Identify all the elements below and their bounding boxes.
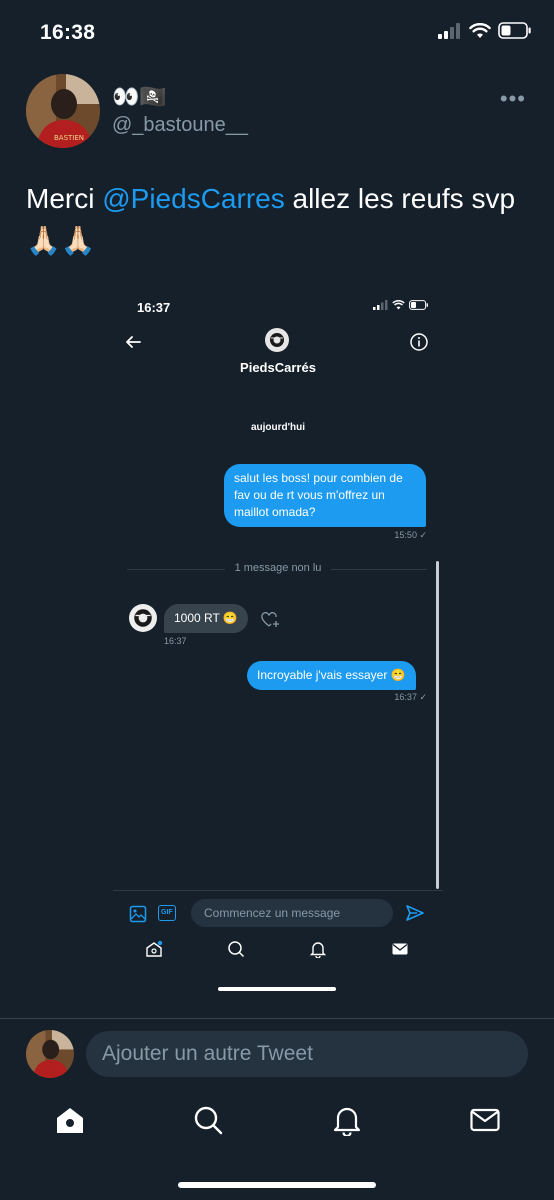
- heart-plus-icon[interactable]: [261, 611, 281, 629]
- screenshot-tab-bar: [113, 936, 443, 966]
- more-icon[interactable]: •••: [500, 88, 526, 110]
- author-name: 👀🏴‍☠️: [112, 84, 167, 109]
- mail-icon[interactable]: [391, 940, 409, 958]
- tweet-author[interactable]: BASTIEN 👀🏴‍☠️ @_bastoune__ •••: [26, 74, 536, 150]
- contact-avatar[interactable]: [265, 328, 289, 352]
- svg-text:BASTIEN: BASTIEN: [54, 134, 84, 142]
- message-timestamp: 16:37 ✓: [394, 692, 427, 702]
- reply-input[interactable]: Ajouter un autre Tweet: [86, 1031, 528, 1077]
- date-separator: aujourd'hui: [250, 422, 306, 433]
- conversation-scrollbar[interactable]: [436, 561, 439, 889]
- unread-label: 1 message non lu: [113, 562, 443, 574]
- info-icon[interactable]: [409, 332, 429, 352]
- battery-icon: [409, 300, 428, 310]
- battery-icon: [498, 22, 531, 39]
- wifi-icon: [469, 22, 491, 38]
- author-avatar[interactable]: BASTIEN: [26, 74, 100, 148]
- message-composer: GIF Commencez un message: [113, 890, 443, 936]
- message-outgoing[interactable]: salut les boss! pour combien de fav ou d…: [224, 464, 426, 527]
- mail-icon[interactable]: [469, 1104, 501, 1136]
- cellular-signal-icon: [438, 22, 460, 39]
- search-icon[interactable]: [227, 940, 245, 958]
- bottom-tab-bar: [0, 1096, 554, 1152]
- message-input[interactable]: Commencez un message: [191, 899, 393, 927]
- bell-icon[interactable]: [309, 940, 327, 958]
- home-icon[interactable]: [145, 940, 163, 958]
- conversation-header: PiedsCarrés: [113, 324, 443, 384]
- contact-name: PiedsCarrés: [240, 360, 316, 375]
- back-arrow-icon[interactable]: [123, 332, 143, 352]
- contact-logo-icon: [270, 333, 284, 347]
- reply-divider: [0, 1018, 554, 1019]
- current-user-avatar-image: [26, 1030, 74, 1078]
- send-icon[interactable]: [405, 904, 425, 922]
- bell-icon[interactable]: [331, 1104, 363, 1136]
- search-icon[interactable]: [192, 1104, 224, 1136]
- mention-link[interactable]: @PiedsCarres: [102, 183, 284, 214]
- status-time: 16:38: [40, 21, 96, 44]
- tweet-image-dm-screenshot[interactable]: 16:37 PiedsCarrés aujourd'hui salut les …: [113, 288, 443, 998]
- status-icons: [438, 22, 532, 39]
- home-icon[interactable]: [54, 1104, 86, 1136]
- status-bar: 16:38: [0, 0, 554, 66]
- screenshot-status-bar: 16:37: [113, 288, 443, 324]
- unread-label-text: 1 message non lu: [224, 562, 332, 574]
- cellular-signal-icon: [373, 300, 388, 310]
- image-icon[interactable]: [129, 905, 147, 923]
- message-timestamp: 15:50 ✓: [394, 530, 427, 540]
- screenshot-home-indicator: [218, 987, 336, 991]
- tweet-text: Merci @PiedsCarres allez les reufs svp 🙏…: [26, 178, 526, 262]
- message-incoming[interactable]: 1000 RT 😁: [164, 604, 248, 633]
- message-timestamp: 16:37: [164, 636, 187, 646]
- gif-icon[interactable]: GIF: [158, 905, 176, 921]
- screenshot-time: 16:37: [137, 300, 171, 315]
- sender-logo-icon: [134, 609, 152, 627]
- author-handle: @_bastoune__: [112, 114, 248, 136]
- sender-avatar[interactable]: [129, 604, 157, 632]
- message-outgoing[interactable]: Incroyable j'vais essayer 😁: [247, 661, 416, 690]
- home-indicator: [178, 1182, 376, 1188]
- tweet-text-start: Merci: [26, 183, 103, 214]
- author-avatar-image: BASTIEN: [26, 74, 100, 148]
- screenshot-status-icons: [373, 300, 429, 310]
- current-user-avatar[interactable]: [26, 1030, 74, 1078]
- wifi-icon: [392, 300, 405, 310]
